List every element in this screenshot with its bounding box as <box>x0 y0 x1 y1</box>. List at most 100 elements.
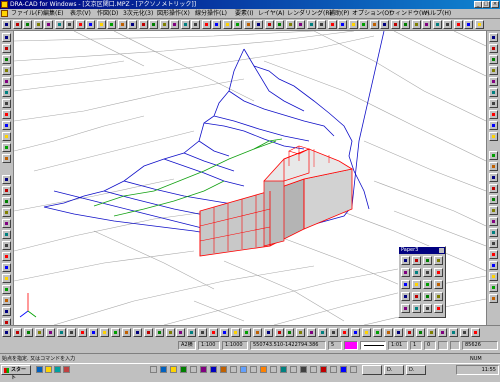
bottom-tool-button-2[interactable] <box>12 328 22 337</box>
left-tool-button-18[interactable] <box>2 230 11 239</box>
bottom-tool-button-38[interactable] <box>405 328 415 337</box>
top-tool-button-2[interactable] <box>12 20 22 29</box>
palette-tool-button-6[interactable] <box>412 268 421 277</box>
bottom-tool-button-15[interactable] <box>154 328 164 337</box>
task-icon-7[interactable] <box>210 366 217 373</box>
top-tool-button-29[interactable] <box>296 20 305 29</box>
bottom-tool-button-44[interactable] <box>470 328 480 337</box>
bottom-tool-button-3[interactable] <box>23 328 33 337</box>
right-tool-button-11[interactable] <box>489 151 498 160</box>
menu-file[interactable]: ファイル(F) <box>11 10 43 18</box>
top-tool-button-22[interactable] <box>222 20 232 29</box>
top-tool-button-3[interactable] <box>23 20 32 29</box>
palette-tool-button-8[interactable] <box>434 268 443 277</box>
maximize-button[interactable]: □ <box>482 1 490 8</box>
app-icon[interactable] <box>1 1 8 8</box>
top-tool-button-12[interactable] <box>117 20 127 29</box>
task-icon-10[interactable] <box>240 366 247 373</box>
palette-tool-button-7[interactable] <box>423 268 432 277</box>
palette-tool-button-9[interactable] <box>401 280 410 289</box>
right-tool-button-1[interactable] <box>489 33 498 42</box>
left-tool-button-2[interactable] <box>2 44 11 53</box>
task-icon-9[interactable] <box>230 366 237 373</box>
quicklaunch-browser-icon[interactable] <box>36 366 43 373</box>
quicklaunch-folder-icon[interactable] <box>45 366 52 373</box>
minimize-button[interactable]: _ <box>474 1 482 8</box>
palette-tool-button-15[interactable] <box>423 292 432 301</box>
value-field-1[interactable]: 1 <box>410 341 422 350</box>
menu-view[interactable]: 表示(V) <box>70 10 91 18</box>
menu-element[interactable]: 要素(I) <box>235 10 253 18</box>
task-icon-5[interactable] <box>190 366 197 373</box>
top-tool-button-5[interactable] <box>44 20 53 29</box>
bottom-tool-button-32[interactable] <box>339 328 349 337</box>
left-tool-button-5[interactable] <box>2 77 11 86</box>
number-field[interactable]: 5 <box>328 341 342 350</box>
task-icon-8[interactable] <box>220 366 227 373</box>
menu-layer[interactable]: レイヤ(A) <box>258 10 285 18</box>
menu-help[interactable]: ヘルプ(H) <box>424 10 451 18</box>
bottom-tool-button-7[interactable] <box>67 328 77 337</box>
menu-line-ops[interactable]: 線分操作(L) <box>195 10 227 18</box>
menu-shape-ops[interactable]: 図形操作(X) <box>157 10 190 18</box>
palette-tool-button-10[interactable] <box>412 280 421 289</box>
bottom-tool-button-20[interactable] <box>209 328 219 337</box>
right-tool-button-10[interactable] <box>489 132 498 141</box>
top-tool-button-13[interactable] <box>128 20 137 29</box>
right-tool-button-12[interactable] <box>489 162 498 171</box>
left-tool-button-15[interactable] <box>2 197 11 206</box>
icon-field[interactable] <box>438 341 448 350</box>
bottom-tool-button-19[interactable] <box>198 328 208 337</box>
right-tool-button-16[interactable] <box>489 206 498 215</box>
left-tool-button-3[interactable] <box>2 55 11 64</box>
left-tool-button-22[interactable] <box>2 274 11 283</box>
top-tool-button-8[interactable] <box>75 20 85 29</box>
bottom-tool-button-12[interactable] <box>121 328 131 337</box>
task-icon-14[interactable] <box>280 366 287 373</box>
bottom-tool-button-21[interactable] <box>220 328 229 337</box>
bottom-tool-button-39[interactable] <box>416 328 426 337</box>
top-tool-button-23[interactable] <box>233 20 242 29</box>
right-tool-button-8[interactable] <box>489 110 498 119</box>
palette-tool-button-16[interactable] <box>434 292 443 301</box>
bottom-tool-button-16[interactable] <box>165 328 175 337</box>
right-tool-button-9[interactable] <box>489 121 498 130</box>
palette-tool-button-12[interactable] <box>434 280 443 289</box>
top-tool-button-6[interactable] <box>54 20 64 29</box>
bottom-tool-button-35[interactable] <box>372 328 382 337</box>
right-tool-button-7[interactable] <box>489 99 498 108</box>
left-tool-button-9[interactable] <box>2 121 11 130</box>
floating-palette[interactable]: Paper3 <box>398 246 446 318</box>
top-tool-button-41[interactable] <box>422 20 431 29</box>
scale-field-1[interactable]: 1:100 <box>198 341 220 350</box>
palette-tool-button-20[interactable] <box>434 304 443 313</box>
task-icon-12[interactable] <box>260 366 267 373</box>
palette-tool-button-4[interactable] <box>434 256 443 265</box>
top-tool-button-7[interactable] <box>65 20 74 29</box>
task-icon-21[interactable] <box>350 366 357 373</box>
left-tool-button-25[interactable] <box>2 307 11 316</box>
top-tool-button-42[interactable] <box>432 20 442 29</box>
top-tool-button-16[interactable] <box>159 20 169 29</box>
value-field-2[interactable]: 0 <box>424 341 436 350</box>
left-tool-button-20[interactable] <box>2 252 11 261</box>
menu-rendering[interactable]: レンダリング(R) <box>287 10 332 18</box>
bottom-tool-button-40[interactable] <box>427 328 437 337</box>
palette-tool-button-17[interactable] <box>401 304 410 313</box>
bottom-tool-button-43[interactable] <box>459 328 469 337</box>
top-tool-button-24[interactable] <box>243 20 253 29</box>
top-tool-button-10[interactable] <box>96 20 106 29</box>
linetype-field[interactable] <box>360 341 386 350</box>
task-icon-15[interactable] <box>290 366 297 373</box>
task-icon-19[interactable] <box>330 366 337 373</box>
task-icon-20[interactable] <box>340 366 347 373</box>
left-tool-button-8[interactable] <box>2 110 11 119</box>
right-tool-button-19[interactable] <box>489 239 498 248</box>
top-tool-button-39[interactable] <box>401 20 410 29</box>
top-tool-button-28[interactable] <box>285 20 295 29</box>
bottom-tool-button-34[interactable] <box>361 328 371 337</box>
bottom-tool-button-1[interactable] <box>2 328 11 337</box>
top-tool-button-37[interactable] <box>380 20 389 29</box>
right-tool-button-20[interactable] <box>489 250 498 259</box>
bottom-tool-button-4[interactable] <box>34 328 44 337</box>
